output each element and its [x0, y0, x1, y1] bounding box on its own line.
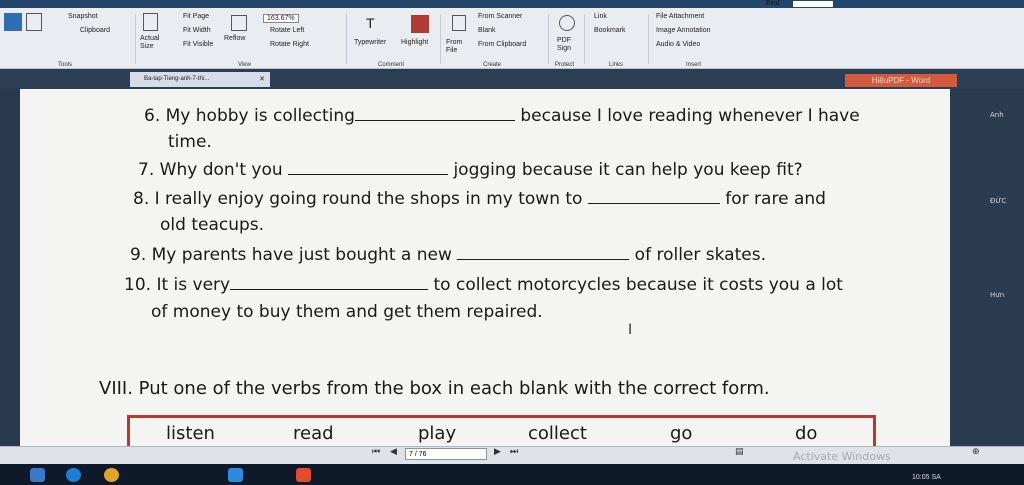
snapshot-button[interactable]: Snapshot	[68, 13, 98, 20]
ribbon-separator	[440, 14, 441, 64]
group-protect-label: Protect	[555, 62, 575, 68]
highlight-button[interactable]: Highlight	[401, 39, 428, 46]
activate-windows-watermark: Activate Windows	[793, 450, 891, 463]
ribbon-separator	[584, 14, 585, 64]
verb-do: do	[795, 423, 818, 444]
question-7: 7. Why don't you jogging because it can …	[138, 160, 803, 180]
reflow-button[interactable]: Reflow	[224, 35, 245, 42]
group-create-label: Create	[483, 62, 502, 68]
document-page[interactable]: 6. My hobby is collecting because I love…	[20, 89, 950, 446]
ribbon-separator	[135, 14, 136, 64]
rotate-left-button[interactable]: Rotate Left	[270, 27, 304, 34]
actual-size-button[interactable]: Actual Size	[140, 35, 162, 51]
verb-collect: collect	[528, 423, 587, 444]
zoom-in-icon[interactable]: ⊕	[972, 447, 980, 457]
side-text-duc: ĐỨC	[990, 197, 1007, 205]
browser-icon[interactable]	[66, 468, 81, 482]
pdf-sign-button[interactable]: PDF Sign	[557, 37, 577, 53]
verb-play: play	[418, 423, 457, 444]
answer-blank[interactable]	[354, 120, 515, 121]
from-file-button[interactable]: From File	[446, 39, 468, 55]
side-text-hun: Hưn	[990, 291, 1005, 299]
text-cursor-icon: I	[628, 322, 633, 338]
left-navigation-pane	[0, 89, 20, 446]
title-bar	[0, 0, 1024, 8]
question-9: 9. My parents have just bought a new of …	[130, 245, 766, 265]
taskbar	[0, 464, 1024, 485]
find-label: Find	[766, 0, 780, 7]
section-title: VIII. Put one of the verbs from the box …	[99, 378, 770, 399]
group-tools-label: Tools	[58, 62, 73, 68]
brand-tag: HiệuPDF - Word	[845, 74, 957, 87]
group-comment-label: Comment	[378, 62, 405, 68]
group-links-label: Links	[609, 62, 624, 68]
highlight-icon[interactable]	[411, 15, 429, 33]
last-page-icon[interactable]: ⏭	[510, 447, 518, 457]
from-clipboard-button[interactable]: From Clipboard	[478, 41, 526, 48]
question-10-continuation: of money to buy them and get them repair…	[151, 302, 543, 322]
fit-page-button[interactable]: Fit Page	[183, 13, 209, 20]
start-icon[interactable]	[30, 468, 45, 482]
reflow-icon[interactable]	[231, 15, 247, 31]
pdf-sign-icon[interactable]	[559, 15, 575, 31]
close-icon[interactable]: ✕	[259, 72, 265, 87]
ribbon-separator	[548, 14, 549, 64]
group-insert-label: Insert	[686, 62, 702, 68]
bookmark-button[interactable]: Bookmark	[594, 27, 626, 34]
chrome-icon[interactable]	[104, 468, 119, 482]
audio-video-button[interactable]: Audio & Video	[656, 41, 700, 48]
document-tab-label: Ba-tap-Tieng-anh-7-thi...	[144, 76, 210, 82]
from-scanner-button[interactable]: From Scanner	[478, 13, 522, 20]
question-6-continuation: time.	[168, 132, 212, 152]
document-tab[interactable]: Ba-tap-Tieng-anh-7-thi... ✕	[130, 72, 270, 87]
first-page-icon[interactable]: ⏮	[372, 447, 380, 457]
view-mode-icon[interactable]: ▤	[735, 447, 744, 457]
rotate-right-button[interactable]: Rotate Right	[270, 41, 309, 48]
right-side-panel	[950, 89, 1024, 446]
actual-size-icon[interactable]	[143, 13, 158, 31]
find-input[interactable]	[793, 1, 833, 7]
fit-visible-button[interactable]: Fit Visible	[183, 41, 213, 48]
blank-button[interactable]: Blank	[478, 27, 496, 34]
verb-box	[127, 415, 876, 446]
verb-go: go	[670, 423, 693, 444]
clock: 10:05 SA	[912, 474, 941, 481]
page-number-input[interactable]: 7 / 76	[405, 448, 487, 460]
app-icon[interactable]	[228, 468, 243, 482]
hand-tool-icon[interactable]	[4, 13, 22, 31]
clipboard-button[interactable]: Clipboard	[80, 27, 110, 34]
fit-width-button[interactable]: Fit Width	[183, 27, 211, 34]
answer-blank[interactable]	[230, 289, 429, 290]
question-6: 6. My hobby is collecting because I love…	[144, 106, 860, 126]
zoom-field[interactable]: 163.67%	[263, 14, 299, 23]
select-tool-icon[interactable]	[26, 13, 42, 31]
verb-read: read	[293, 423, 334, 444]
image-annotation-button[interactable]: Image Annotation	[656, 27, 711, 34]
typewriter-button[interactable]: Typewriter	[354, 39, 386, 46]
typewriter-icon[interactable]: T	[366, 15, 375, 31]
question-8-continuation: old teacups.	[160, 215, 265, 235]
link-button[interactable]: Link	[594, 13, 607, 20]
from-file-icon[interactable]	[452, 15, 466, 31]
question-8: 8. I really enjoy going round the shops …	[133, 189, 826, 209]
side-text-anh: Anh	[990, 111, 1004, 119]
next-page-icon[interactable]: ▶	[494, 447, 501, 457]
verb-listen: listen	[166, 423, 215, 444]
answer-blank[interactable]	[457, 259, 630, 260]
answer-blank[interactable]	[288, 174, 449, 175]
file-attachment-button[interactable]: File Attachment	[656, 13, 704, 20]
answer-blank[interactable]	[587, 203, 720, 204]
ribbon-separator	[648, 14, 649, 64]
previous-page-icon[interactable]: ◀	[390, 447, 397, 457]
question-10: 10. It is very to collect motorcycles be…	[124, 275, 843, 295]
group-view-label: View	[238, 62, 251, 68]
ribbon-separator	[346, 14, 347, 64]
foxit-icon[interactable]	[296, 468, 311, 482]
